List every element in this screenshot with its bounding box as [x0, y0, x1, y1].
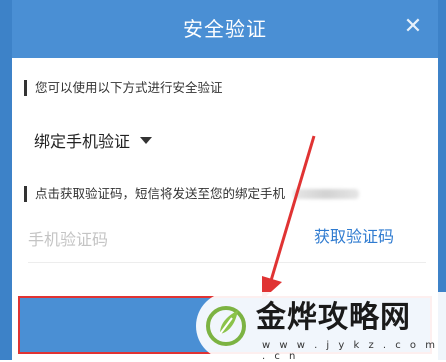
sms-hint-text: 点击获取验证码，短信将发送至您的绑定手机	[35, 186, 286, 201]
verification-method-select[interactable]: 绑定手机验证	[34, 128, 153, 152]
background-left	[0, 0, 12, 360]
watermark-text: 金烨攻略网	[256, 300, 411, 335]
masked-phone-number	[293, 189, 360, 199]
sms-code-input[interactable]	[28, 222, 288, 256]
sms-hint: 点击获取验证码，短信将发送至您的绑定手机	[24, 186, 360, 202]
dialog-header: 安全验证 ✕	[12, 0, 438, 58]
get-code-button[interactable]: 获取验证码	[314, 222, 394, 252]
input-divider	[28, 262, 426, 263]
close-icon[interactable]: ✕	[400, 14, 426, 40]
leaf-logo-icon	[206, 306, 246, 346]
watermark-url: w w w . j y k z . c o m . c n	[262, 340, 438, 362]
dialog-title: 安全验证	[183, 17, 267, 41]
caret-down-icon	[140, 136, 153, 144]
watermark: 金烨攻略网 w w w . j y k z . c o m . c n	[196, 292, 446, 362]
verification-hint: 您可以使用以下方式进行安全验证	[24, 80, 223, 96]
method-label: 绑定手机验证	[34, 132, 131, 151]
